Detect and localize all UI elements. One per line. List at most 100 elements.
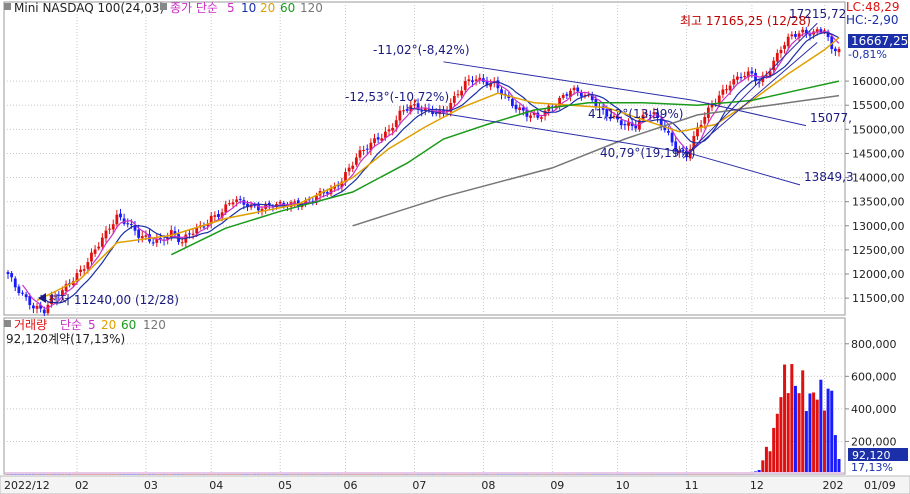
candle-body xyxy=(79,269,82,272)
ma5-label: 5 xyxy=(227,1,235,15)
candle-body xyxy=(213,215,217,217)
candle-body xyxy=(732,79,736,85)
candle-body xyxy=(456,94,460,96)
volume-ma120-label: 120 xyxy=(143,318,166,332)
candle-body xyxy=(801,29,805,33)
candle-body xyxy=(703,116,707,124)
channel-value-1: 15077, xyxy=(810,111,852,125)
price-tick-label: 15500,00 xyxy=(852,99,905,112)
candle-body xyxy=(126,223,130,225)
price-tick-label: 12500,00 xyxy=(852,244,905,257)
hc-readout: HC:-2,90 xyxy=(846,13,899,27)
candle-body xyxy=(474,79,478,81)
chart-title: Mini NASDAQ 100(24,03) xyxy=(14,1,164,15)
last-change-value: -0,81% xyxy=(848,48,887,61)
candle-body xyxy=(365,148,369,150)
x-axis: 2022/12 02 03 04 05 06 07 08 09 10 11 12 202 01/09 xyxy=(0,475,910,494)
volume-bar xyxy=(797,393,801,474)
volume-bar xyxy=(812,392,816,474)
volume-bar xyxy=(793,385,797,474)
candle-body xyxy=(354,157,358,165)
candle-body xyxy=(28,296,32,306)
candle-body xyxy=(13,278,17,288)
trend-angle-2: -12,53°(-10,72%) xyxy=(345,90,449,104)
candle-body xyxy=(21,292,24,294)
volume-bar xyxy=(815,399,819,474)
x-tick-label: 12 xyxy=(750,479,764,492)
candle-body xyxy=(191,233,195,235)
candle-body xyxy=(17,286,21,294)
x-tick-label: 06 xyxy=(343,479,357,492)
price-tick-label: 15000,00 xyxy=(852,123,905,136)
candle-body xyxy=(529,115,532,118)
trend-channel-line xyxy=(682,42,818,159)
candle-body xyxy=(794,34,797,37)
x-axis-band xyxy=(0,475,910,494)
candle-body xyxy=(293,201,297,203)
volume-baseline xyxy=(5,472,844,474)
trend-angle-3: 41,12°(13,39%) xyxy=(588,107,683,121)
candle-body xyxy=(739,76,743,79)
x-tick-label: 03 xyxy=(144,479,158,492)
candle-body xyxy=(115,214,119,225)
high-value-annotation: 17215,72 xyxy=(789,7,846,21)
candle-body xyxy=(452,96,456,103)
candle-body xyxy=(351,165,355,169)
price-tick-label: 16000,00 xyxy=(852,75,905,88)
volume-bar xyxy=(790,364,794,474)
x-tick-label: 05 xyxy=(278,479,292,492)
volume-bar xyxy=(775,413,779,474)
candle-body xyxy=(231,202,235,205)
ma-label: 종가 단순 xyxy=(170,1,218,15)
low-annotation: 최저 11240,00 (12/28) xyxy=(48,293,179,307)
candle-body xyxy=(540,117,543,119)
candle-body xyxy=(217,213,220,217)
price-plot-area[interactable] xyxy=(6,22,841,317)
candle-body xyxy=(387,129,391,132)
volume-ma5-label: 5 xyxy=(88,318,96,332)
candle-body xyxy=(572,87,576,91)
candle-body xyxy=(188,233,191,235)
volume-tick-label: 400,000 xyxy=(851,403,897,416)
x-tick-label: 01/09 xyxy=(864,479,896,492)
candle-body xyxy=(86,262,90,269)
candle-body xyxy=(35,305,39,309)
ma5-line xyxy=(22,31,840,309)
candle-body xyxy=(786,36,790,47)
candle-body xyxy=(790,34,794,37)
candle-body xyxy=(93,249,97,254)
volume-ma20-label: 20 xyxy=(101,318,116,332)
candle-body xyxy=(347,167,351,172)
volume-bar xyxy=(764,446,768,474)
candle-body xyxy=(137,229,141,238)
ma-handle-icon[interactable] xyxy=(160,3,167,10)
ma60-line xyxy=(170,80,840,256)
candle-body xyxy=(32,305,35,309)
candle-body xyxy=(514,104,518,110)
ma120-label: 120 xyxy=(300,1,323,15)
candle-body xyxy=(140,236,144,239)
panel-handle-icon[interactable] xyxy=(4,3,11,10)
candle-body xyxy=(108,228,112,230)
volume-bar xyxy=(819,379,823,474)
candle-body xyxy=(42,309,46,314)
candle-body xyxy=(463,81,467,90)
candle-body xyxy=(362,149,366,152)
candle-body xyxy=(224,204,228,213)
lc-readout: LC:48,29 xyxy=(846,0,899,14)
price-tick-label: 12000,00 xyxy=(852,268,905,281)
x-tick-label: 11 xyxy=(685,479,699,492)
volume-tick-label: 200,000 xyxy=(851,435,897,448)
x-tick-label: 09 xyxy=(550,479,564,492)
candle-body xyxy=(833,48,837,52)
volume-handle-icon[interactable] xyxy=(4,320,11,327)
channel-extension-line xyxy=(690,152,801,186)
volume-plot-area[interactable] xyxy=(5,364,844,475)
candle-body xyxy=(144,235,148,237)
candle-body xyxy=(394,120,398,127)
candle-body xyxy=(90,252,93,262)
price-tick-label: 14000,00 xyxy=(852,172,905,185)
ma10-line xyxy=(40,31,840,304)
candle-body xyxy=(278,201,282,204)
volume-bar xyxy=(826,388,830,474)
